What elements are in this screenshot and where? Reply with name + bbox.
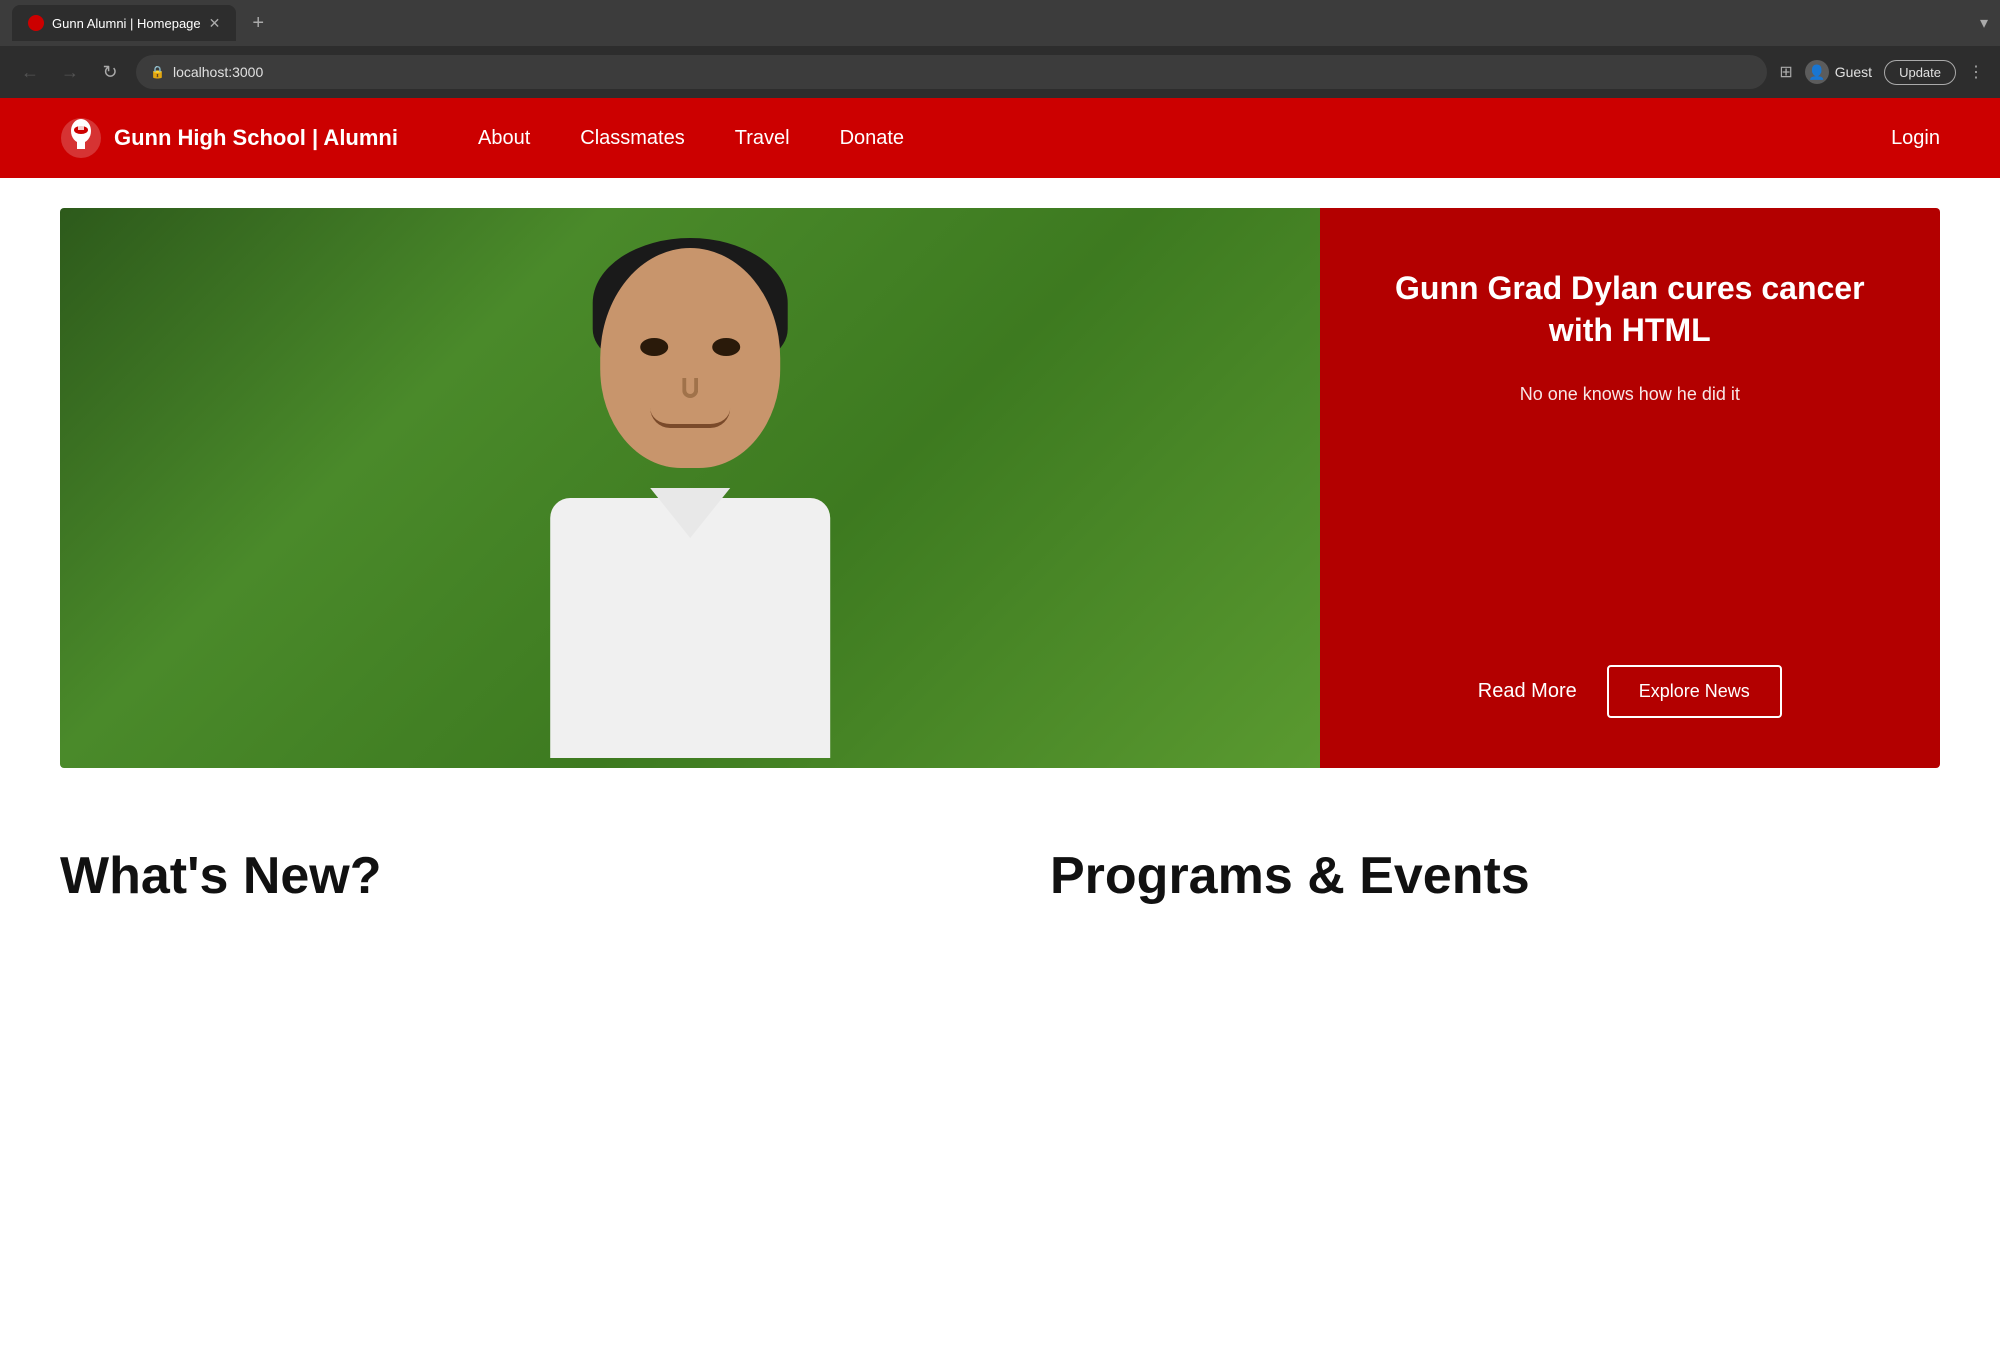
login-link[interactable]: Login (1891, 127, 1940, 150)
nav-travel[interactable]: Travel (735, 127, 790, 150)
hero-person (60, 208, 1320, 768)
read-more-link[interactable]: Read More (1478, 680, 1577, 703)
navbar-brand-name: Gunn High School | Alumni (114, 125, 398, 151)
website-content: Gunn High School | Alumni About Classmat… (0, 98, 2000, 1348)
user-profile[interactable]: 👤 Guest (1805, 60, 1872, 84)
programs-events-section: Programs & Events (1050, 848, 1940, 905)
whats-new-heading: What's New? (60, 848, 950, 905)
bottom-section: What's New? Programs & Events (0, 798, 2000, 905)
nav-classmates[interactable]: Classmates (580, 127, 684, 150)
nav-about[interactable]: About (478, 127, 530, 150)
lock-icon: 🔒 (150, 65, 165, 79)
tab-title: Gunn Alumni | Homepage (52, 16, 201, 31)
programs-events-heading: Programs & Events (1050, 848, 1940, 905)
user-name: Guest (1835, 64, 1872, 80)
person-head (600, 248, 780, 468)
nav-donate[interactable]: Donate (840, 127, 905, 150)
tab-chevron-icon[interactable]: ▾ (1980, 13, 1988, 33)
tab-close-icon[interactable]: ✕ (209, 15, 221, 32)
whats-new-section: What's New? (60, 848, 950, 905)
update-button[interactable]: Update (1884, 60, 1956, 85)
active-tab[interactable]: Gunn Alumni | Homepage ✕ (12, 5, 236, 41)
school-logo (60, 117, 102, 159)
browser-right-controls: ⊞ 👤 Guest Update ⋮ (1779, 60, 1984, 85)
hero-image (60, 208, 1320, 768)
address-bar: ← → ↻ 🔒 localhost:3000 ⊞ 👤 Guest Update … (0, 46, 2000, 98)
browser-chrome: Gunn Alumni | Homepage ✕ + ▾ ← → ↻ 🔒 loc… (0, 0, 2000, 98)
tab-favicon (28, 15, 44, 31)
navbar-links: About Classmates Travel Donate (478, 127, 904, 150)
reload-button[interactable]: ↻ (96, 62, 124, 83)
url-text: localhost:3000 (173, 64, 263, 80)
forward-button[interactable]: → (56, 62, 84, 83)
tab-bar: Gunn Alumni | Homepage ✕ + ▾ (0, 0, 2000, 46)
hero-actions: Read More Explore News (1370, 665, 1890, 718)
person-body (550, 498, 830, 758)
hero-section: Gunn Grad Dylan cures cancer with HTML N… (60, 208, 1940, 768)
grid-icon[interactable]: ⊞ (1779, 62, 1792, 82)
person-figure (480, 218, 900, 758)
hero-title: Gunn Grad Dylan cures cancer with HTML (1370, 268, 1890, 351)
hero-subtitle: No one knows how he did it (1370, 381, 1890, 408)
navbar: Gunn High School | Alumni About Classmat… (0, 98, 2000, 178)
url-bar[interactable]: 🔒 localhost:3000 (136, 55, 1767, 89)
new-tab-button[interactable]: + (244, 8, 272, 39)
browser-menu-icon[interactable]: ⋮ (1968, 62, 1984, 82)
explore-news-button[interactable]: Explore News (1607, 665, 1782, 718)
navbar-brand[interactable]: Gunn High School | Alumni (60, 117, 398, 159)
back-button[interactable]: ← (16, 62, 44, 83)
user-avatar: 👤 (1805, 60, 1829, 84)
hero-content: Gunn Grad Dylan cures cancer with HTML N… (1320, 208, 1940, 768)
